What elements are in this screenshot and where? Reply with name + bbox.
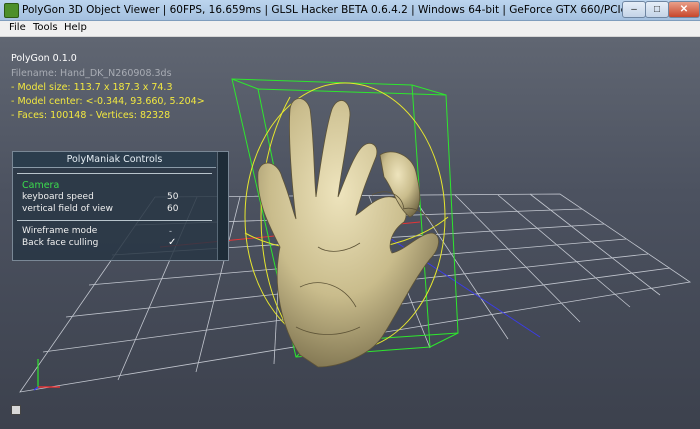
corner-icon[interactable] bbox=[11, 405, 21, 415]
back-face-culling-checkbox[interactable]: ✓ bbox=[168, 237, 176, 248]
controls-panel-title[interactable]: PolyManiak Controls bbox=[13, 152, 216, 168]
menu-file[interactable]: File bbox=[9, 22, 26, 33]
panel-divider bbox=[17, 220, 212, 221]
hand-model bbox=[257, 98, 439, 368]
wireframe-mode-label: Wireframe mode bbox=[22, 226, 98, 236]
keyboard-speed-label: keyboard speed bbox=[22, 192, 94, 202]
back-face-culling-label: Back face culling bbox=[22, 238, 99, 248]
fov-label: vertical field of view bbox=[22, 204, 113, 214]
fov-value[interactable]: 60 bbox=[167, 204, 178, 214]
menu-help[interactable]: Help bbox=[64, 22, 87, 33]
filename-label: Filename: Hand_DK_N260908.3ds bbox=[11, 68, 172, 79]
menu-bar: File Tools Help bbox=[0, 21, 700, 37]
close-button[interactable]: ✕ bbox=[668, 1, 700, 18]
app-icon bbox=[4, 3, 19, 18]
model-size-label: - Model size: 113.7 x 187.3 x 74.3 bbox=[11, 82, 173, 93]
axis-indicator-icon bbox=[33, 359, 60, 391]
menu-tools[interactable]: Tools bbox=[33, 22, 58, 33]
app-version-label: PolyGon 0.1.0 bbox=[11, 53, 77, 64]
minimize-button[interactable]: – bbox=[622, 1, 646, 18]
keyboard-speed-value[interactable]: 50 bbox=[167, 192, 178, 202]
3d-viewport[interactable]: PolyGon 0.1.0 Filename: Hand_DK_N260908.… bbox=[0, 37, 700, 429]
panel-divider bbox=[17, 173, 212, 174]
controls-panel[interactable]: PolyManiak Controls Camera keyboard spee… bbox=[12, 151, 229, 261]
window-title: PolyGon 3D Object Viewer | 60FPS, 16.659… bbox=[22, 4, 658, 16]
panel-scrollbar[interactable] bbox=[217, 152, 228, 260]
app-window: PolyGon 3D Object Viewer | 60FPS, 16.659… bbox=[0, 0, 700, 429]
maximize-button[interactable]: □ bbox=[645, 1, 669, 18]
faces-vertices-label: - Faces: 100148 - Vertices: 82328 bbox=[11, 110, 171, 121]
title-bar[interactable]: PolyGon 3D Object Viewer | 60FPS, 16.659… bbox=[0, 0, 700, 21]
wireframe-mode-toggle[interactable]: - bbox=[169, 226, 172, 236]
camera-section-label: Camera bbox=[22, 180, 60, 191]
model-center-label: - Model center: <-0.344, 93.660, 5.204> bbox=[11, 96, 205, 107]
